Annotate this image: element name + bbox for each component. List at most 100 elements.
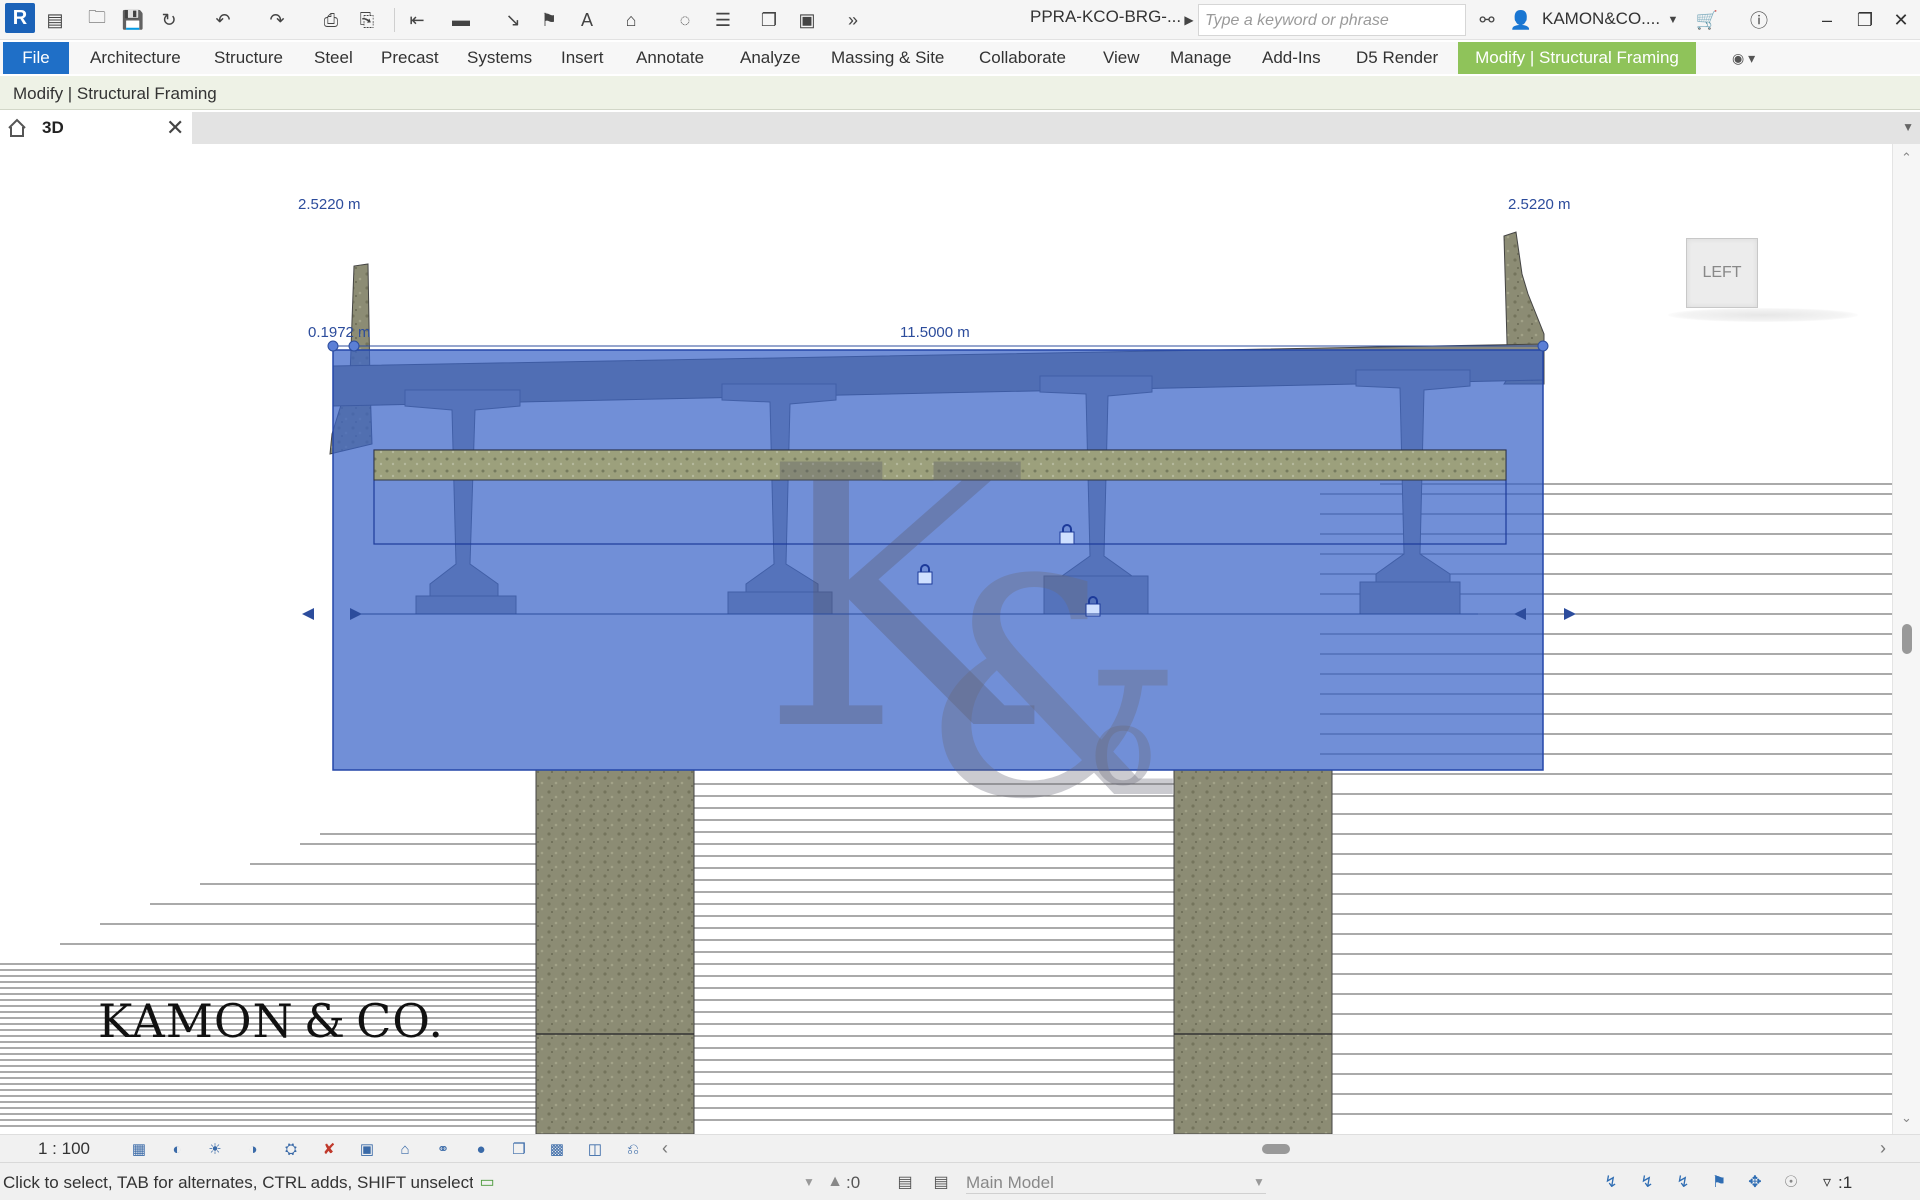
view-scale[interactable]: 1 : 100 — [38, 1139, 90, 1159]
show-crop-region-icon[interactable]: ▣ — [356, 1139, 378, 1159]
tab-file[interactable]: File — [3, 42, 69, 74]
tab-insert[interactable]: Insert — [557, 42, 608, 74]
tab-structure[interactable]: Structure — [210, 42, 287, 74]
status-message: Click to select, TAB for alternates, CTR… — [3, 1173, 473, 1192]
dimension-left-offset[interactable]: 0.1972 m — [308, 324, 371, 341]
tab-collaborate[interactable]: Collaborate — [975, 42, 1070, 74]
scroll-down-icon[interactable]: ⌄ — [1901, 1110, 1912, 1126]
drag-elements-icon[interactable]: ✥ — [1744, 1171, 1766, 1193]
help-icon[interactable]: ⓘ — [1746, 7, 1772, 33]
viewcube-face[interactable]: LEFT — [1686, 238, 1758, 308]
measure-icon[interactable]: ▬ — [448, 7, 474, 33]
text-icon[interactable]: A — [574, 7, 600, 33]
tab-add-ins[interactable]: Add-Ins — [1258, 42, 1325, 74]
reveal-hidden-icon[interactable]: ● — [470, 1139, 492, 1159]
undo-icon[interactable]: ↶ — [210, 7, 236, 33]
restore-icon[interactable]: ❐ — [1850, 6, 1880, 34]
user-name[interactable]: KAMON&CO.... — [1542, 9, 1660, 29]
minimize-icon[interactable]: – — [1812, 6, 1842, 34]
dimension-right-top[interactable]: 2.5220 m — [1508, 196, 1571, 213]
scroll-left-icon[interactable]: ‹ — [662, 1138, 668, 1159]
select-links-icon[interactable]: ↯ — [1600, 1171, 1622, 1193]
vertical-scrollbar[interactable]: ⌃ ⌄ — [1892, 144, 1920, 1134]
close-icon[interactable]: ✕ — [166, 115, 184, 141]
filter-icon[interactable]: ▿ — [1816, 1171, 1838, 1193]
dimension-left-top[interactable]: 2.5220 m — [298, 196, 361, 213]
close-window-icon[interactable]: ✕ — [1886, 6, 1916, 34]
tab-analyze[interactable]: Analyze — [736, 42, 804, 74]
tab-annotate[interactable]: Annotate — [632, 42, 708, 74]
tab-architecture[interactable]: Architecture — [86, 42, 185, 74]
dimension-span[interactable]: 11.5000 m — [900, 324, 970, 341]
view-tab-3d[interactable]: 3D ✕ — [0, 112, 192, 144]
view-tabs-menu-icon[interactable]: ▼ — [1902, 120, 1914, 134]
scroll-thumb[interactable] — [1902, 624, 1912, 654]
search-input[interactable]: Type a keyword or phrase — [1198, 4, 1466, 36]
user-icon[interactable]: 👤 — [1508, 7, 1534, 33]
dimension-icon[interactable]: ↘ — [500, 7, 526, 33]
viewcube-compass[interactable] — [1668, 308, 1858, 322]
ribbon-tabs: File Architecture Structure Steel Precas… — [0, 42, 1920, 74]
contextual-bar: Modify | Structural Framing — [0, 76, 1920, 110]
cart-icon[interactable]: 🛒 — [1694, 7, 1720, 33]
section-icon[interactable]: ◌ — [672, 7, 698, 33]
temporary-view-properties-icon[interactable]: ❐ — [508, 1139, 530, 1159]
tab-manage[interactable]: Manage — [1166, 42, 1235, 74]
redo-icon[interactable]: ↷ — [264, 7, 290, 33]
crop-view-icon[interactable]: ✘ — [318, 1139, 340, 1159]
select-pinned-icon[interactable]: ↯ — [1672, 1171, 1694, 1193]
visual-style-icon[interactable]: ◐ — [166, 1139, 188, 1159]
app-logo[interactable]: R — [5, 3, 35, 33]
active-model-select[interactable]: Main Model — [966, 1173, 1266, 1194]
tab-modify-structural-framing[interactable]: Modify | Structural Framing — [1458, 42, 1696, 74]
tab-massing-site[interactable]: Massing & Site — [827, 42, 948, 74]
sync-icon[interactable]: ↻ — [156, 7, 182, 33]
print-icon[interactable]: ⎙ — [318, 7, 344, 33]
editing-requests-icon[interactable]: ▤ — [894, 1171, 916, 1193]
design-options-icon[interactable]: ▤ — [930, 1171, 952, 1193]
model-dropdown-icon[interactable]: ▼ — [1248, 1171, 1270, 1193]
background-processes-icon[interactable]: ☉ — [1780, 1171, 1802, 1193]
hscroll-thumb[interactable] — [1262, 1144, 1290, 1154]
temporary-hide-icon[interactable]: ⚭ — [432, 1139, 454, 1159]
tab-systems[interactable]: Systems — [463, 42, 536, 74]
tag-icon[interactable]: ⚑ — [536, 7, 562, 33]
workset-dropdown-icon[interactable]: ▼ — [798, 1171, 820, 1193]
analytical-model-icon[interactable]: ⎌ — [622, 1139, 644, 1159]
scroll-up-icon[interactable]: ⌃ — [1901, 150, 1912, 166]
print-export-icon[interactable]: ⎘ — [354, 7, 380, 33]
selection-icon[interactable]: ▲ — [824, 1171, 846, 1193]
reveal-constraints-icon[interactable]: ◫ — [584, 1139, 606, 1159]
tab-precast[interactable]: Precast — [377, 42, 443, 74]
tab-d5-render[interactable]: D5 Render — [1352, 42, 1442, 74]
app-menu-icon[interactable]: ▤ — [42, 7, 68, 33]
customize-toolbar-icon[interactable]: » — [840, 7, 866, 33]
align-icon[interactable]: ⇤ — [404, 7, 430, 33]
sun-path-icon[interactable]: ☀ — [204, 1139, 226, 1159]
user-dropdown-icon[interactable]: ▼ — [1660, 7, 1686, 33]
cube-icon[interactable]: ▭ — [476, 1171, 498, 1193]
detail-level-icon[interactable]: ▦ — [128, 1139, 150, 1159]
tab-view[interactable]: View — [1099, 42, 1144, 74]
open-icon[interactable]: 🗀 — [84, 7, 110, 33]
ribbon-display-toggle-icon[interactable]: ◉ ▾ — [1728, 42, 1759, 74]
default-3d-view-icon[interactable]: ⌂ — [618, 7, 644, 33]
tab-steel[interactable]: Steel — [310, 42, 357, 74]
close-hidden-icon[interactable]: ❐ — [756, 7, 782, 33]
select-by-face-icon[interactable]: ⚑ — [1708, 1171, 1730, 1193]
horizontal-scrollbar[interactable]: ‹ › — [660, 1135, 1886, 1163]
bridge-section-drawing: K & o — [0, 231, 1892, 1134]
lock-3d-view-icon[interactable]: ⌂ — [394, 1139, 416, 1159]
scroll-right-icon[interactable]: › — [1880, 1138, 1886, 1159]
viewcube[interactable]: LEFT — [1668, 236, 1858, 332]
thin-lines-icon[interactable]: ☰ — [710, 7, 736, 33]
worksharing-display-icon[interactable]: ▩ — [546, 1139, 568, 1159]
view-control-bar: 1 : 100 ▦ ◐ ☀ ◑ ⛭ ✘ ▣ ⌂ ⚭ ● ❐ ▩ ◫ ⎌ ‹ › — [0, 1134, 1920, 1162]
select-underlay-icon[interactable]: ↯ — [1636, 1171, 1658, 1193]
render-icon[interactable]: ⛭ — [280, 1139, 302, 1159]
switch-windows-icon[interactable]: ▣ — [794, 7, 820, 33]
shadows-icon[interactable]: ◑ — [242, 1139, 264, 1159]
save-icon[interactable]: 💾 — [120, 7, 146, 33]
binoculars-icon[interactable]: ⚯ — [1474, 7, 1500, 33]
drawing-canvas[interactable]: K & o 2.5220 m 2.5220 m 0.1972 m 11.5000… — [0, 144, 1892, 1134]
